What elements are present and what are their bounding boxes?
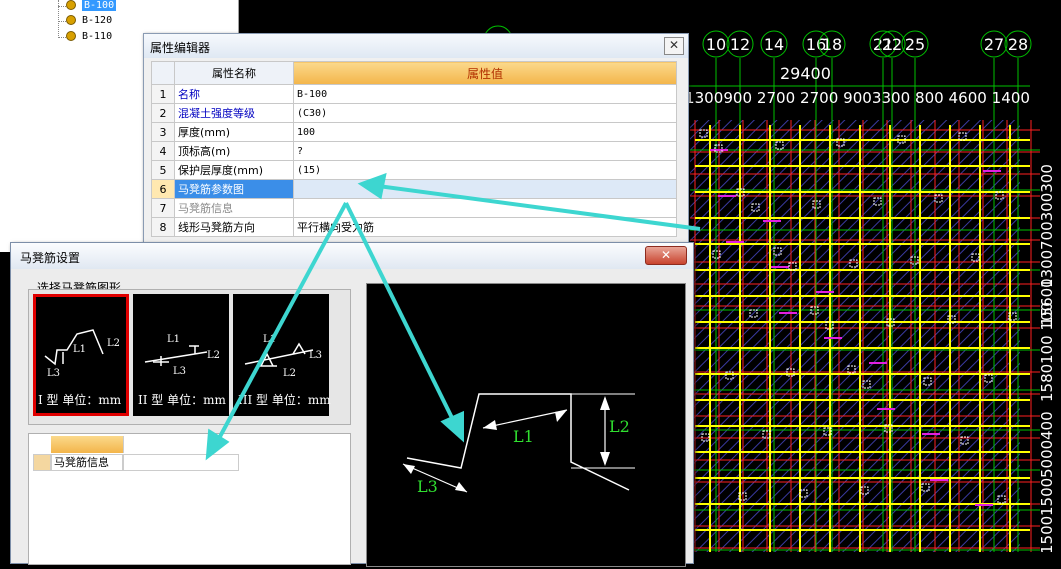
arrow-to-preview	[344, 202, 458, 427]
annotation-arrows	[205, 172, 701, 461]
arrow-to-param-row	[377, 184, 701, 231]
arrow-head	[205, 428, 230, 461]
arrow-head	[440, 410, 464, 443]
arrow-head	[357, 172, 387, 200]
arrow-to-info-grid	[214, 202, 348, 445]
